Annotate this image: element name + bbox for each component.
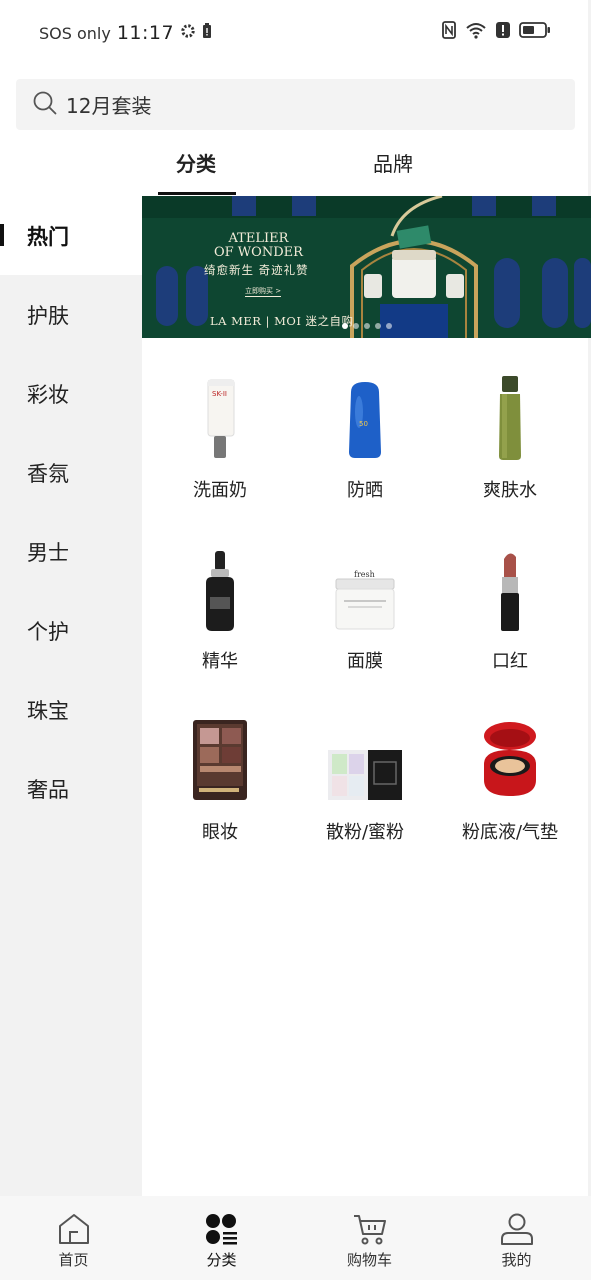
sidebar-item-makeup[interactable]: 彩妆 [0,354,142,433]
sidebar-item-label: 香氛 [27,461,69,486]
carousel-dot[interactable] [364,323,370,329]
gear-icon [180,23,196,43]
category-label: 防晒 [347,480,383,501]
banner-title-line2: OF WONDER [214,245,303,260]
sidebar-item-men[interactable]: 男士 [0,512,142,591]
eyeshadow-palette-icon [150,714,290,804]
category-label: 洗面奶 [193,480,247,501]
sidebar-item-label: 护肤 [27,303,69,328]
category-label: 散粉/蜜粉 [325,822,405,843]
profile-icon [443,1212,590,1246]
sidebar-item-label: 彩妆 [27,382,69,407]
banner-title-line1: ATELIER [228,231,289,246]
carousel-dots [342,323,392,329]
sidebar-item-fragrance[interactable]: 香氛 [0,433,142,512]
category-item-foundation[interactable]: 粉底液/气垫 [440,714,580,884]
category-item-lipstick[interactable]: 口红 [440,543,580,713]
sidebar-item-label: 奢品 [27,777,69,802]
svg-text:50: 50 [359,420,368,428]
nav-label: 首页 [58,1251,89,1269]
sidebar-item-jewelry[interactable]: 珠宝 [0,670,142,749]
category-item-cleanser[interactable]: SK-II 洗面奶 [150,372,290,542]
svg-text:fresh: fresh [354,570,375,579]
bottom-nav: 首页 分类 购物车 我的 [0,1196,591,1280]
banner-cta[interactable]: 立即购买 > [245,286,282,297]
category-label: 爽肤水 [483,480,537,501]
category-sidebar: 热门 护肤 彩妆 香氛 男士 个护 珠宝 奢品 [0,196,142,1196]
nav-label: 分类 [206,1251,237,1269]
cleanser-tube-icon: SK-II [150,372,290,462]
nav-label: 我的 [501,1251,532,1269]
carousel-dot[interactable] [375,323,381,329]
carousel-dot[interactable] [353,323,359,329]
category-label: 眼妆 [202,822,238,843]
nav-cart[interactable]: 购物车 [296,1196,443,1280]
search-icon [16,90,58,120]
tab-category[interactable]: 分类 [176,148,216,177]
promo-banner[interactable]: ATELIER OF WONDER 绮愈新生 奇迹礼赞 立即购买 > LA ME… [142,196,591,338]
battery-icon [519,22,551,42]
sidebar-item-label: 热门 [27,224,69,249]
category-item-eye-makeup[interactable]: 眼妆 [150,714,290,884]
cushion-compact-icon [440,714,580,804]
sidebar-item-label: 珠宝 [27,698,69,723]
category-item-sunscreen[interactable]: 50 防晒 [295,372,435,542]
banner-title: ATELIER OF WONDER [214,232,303,260]
clock: 11:17 [116,22,175,44]
sidebar-item-personal-care[interactable]: 个护 [0,591,142,670]
category-label: 精华 [202,651,238,672]
loose-powder-icon [295,714,435,804]
sidebar-item-label: 个护 [27,619,69,644]
carousel-dot[interactable] [386,323,392,329]
category-label: 粉底液/气垫 [461,822,559,843]
tab-brand[interactable]: 品牌 [373,148,413,177]
status-bar: SOS only 11:17 [0,0,591,68]
search-bar[interactable]: 12月套装 [16,79,575,130]
category-item-serum[interactable]: 精华 [150,543,290,713]
search-input[interactable]: 12月套装 [66,90,151,119]
nav-label: 购物车 [346,1251,392,1269]
battery-alert-icon [202,23,212,43]
category-label: 口红 [492,651,528,672]
banner-brand: LA MER | MOI 迷之自购 [210,314,354,328]
sunscreen-bottle-icon: 50 [295,372,435,462]
home-icon [0,1212,147,1246]
nfc-icon [442,21,456,43]
top-tabs: 分类 品牌 [142,140,591,196]
sos-status: SOS only [39,23,111,43]
active-marker [0,224,4,246]
active-tab-indicator [158,192,236,195]
sidebar-item-skincare[interactable]: 护肤 [0,275,142,354]
serum-bottle-icon [150,543,290,633]
nav-category[interactable]: 分类 [148,1196,295,1280]
alert-icon [496,22,510,42]
category-icon [148,1212,295,1246]
toner-bottle-icon [440,372,580,462]
cart-icon [296,1212,443,1246]
category-label: 面膜 [347,651,383,672]
carousel-dot[interactable] [342,323,348,329]
banner-subtitle: 绮愈新生 奇迹礼赞 [204,263,309,277]
sidebar-item-luxury[interactable]: 奢品 [0,749,142,828]
nav-profile[interactable]: 我的 [443,1196,590,1280]
category-item-loose-powder[interactable]: 散粉/蜜粉 [295,714,435,884]
nav-home[interactable]: 首页 [0,1196,147,1280]
svg-text:SK-II: SK-II [212,390,227,398]
face-mask-jar-icon: fresh [295,543,435,633]
lipstick-icon [440,543,580,633]
category-item-toner[interactable]: 爽肤水 [440,372,580,542]
category-item-mask[interactable]: fresh 面膜 [295,543,435,713]
wifi-icon [465,21,487,43]
sidebar-item-label: 男士 [27,540,69,565]
sidebar-item-hot[interactable]: 热门 [0,196,142,275]
